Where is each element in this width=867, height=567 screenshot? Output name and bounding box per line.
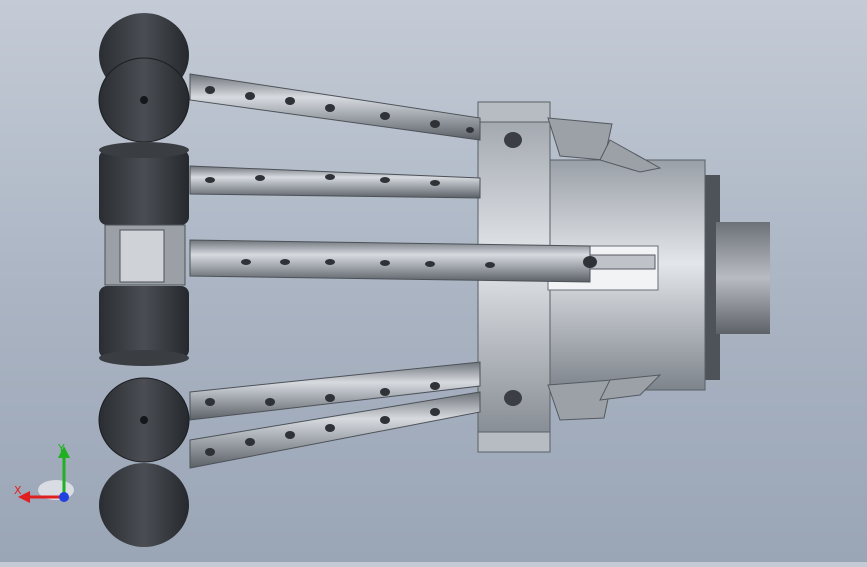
model-render <box>98 13 770 547</box>
wheel-lower-block <box>99 286 189 358</box>
cad-viewport[interactable] <box>0 0 867 562</box>
rod-top <box>189 73 481 141</box>
hub-shaft <box>716 222 770 334</box>
wheels <box>98 13 190 547</box>
z-axis-icon <box>59 492 69 502</box>
x-axis-label: X <box>14 484 22 497</box>
bolt-hole <box>504 132 522 148</box>
bolt-hole <box>504 390 522 406</box>
orientation-triad[interactable]: Y X <box>14 440 78 510</box>
y-axis-label: Y <box>57 442 65 455</box>
wheel-upper-block <box>99 150 189 225</box>
